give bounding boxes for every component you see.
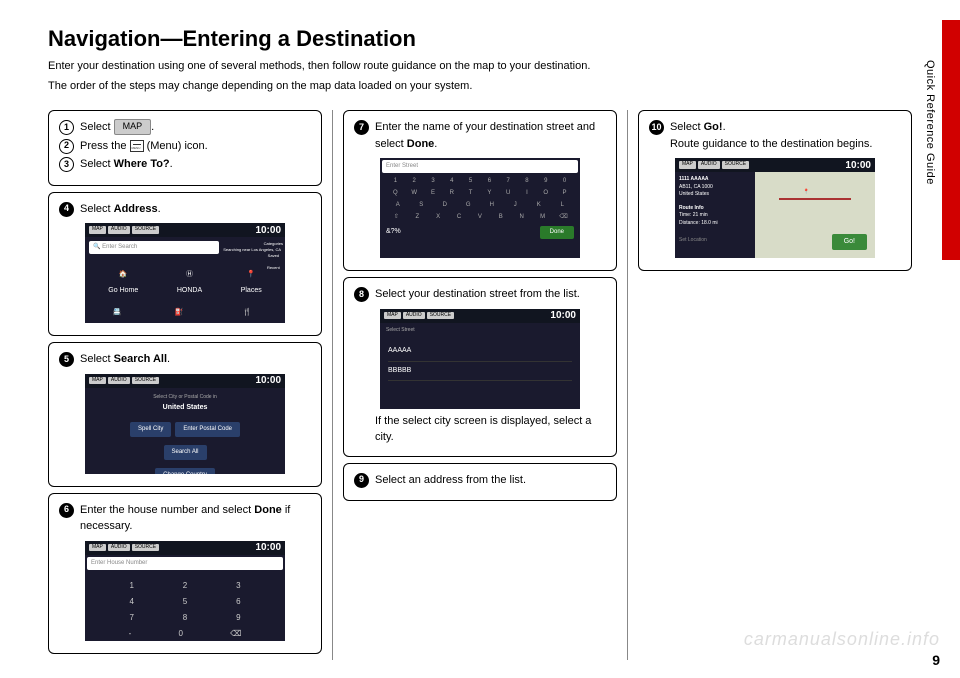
- menu-icon: [130, 140, 144, 152]
- places-icon: 📍: [242, 266, 260, 284]
- step-3: 3 Select Where To?.: [59, 156, 311, 173]
- step-box-5: 5 Select Search All. MAPAUDIOSOURCE 10:0…: [48, 342, 322, 487]
- step-bullet-5: 5: [59, 352, 74, 367]
- step-9-text: Select an address from the list.: [375, 472, 606, 489]
- screenshot-select-street: MAPAUDIOSOURCE 10:00 Select Street AAAAA…: [380, 309, 580, 409]
- step-8-text: Select your destination street from the …: [375, 286, 606, 303]
- step-10-pre: Select: [670, 121, 704, 133]
- step-8: 8 Select your destination street from th…: [354, 286, 606, 303]
- step-box-8: 8 Select your destination street from th…: [343, 277, 617, 457]
- step-2-post: (Menu) icon.: [144, 140, 208, 152]
- intro-line-1: Enter your destination using one of seve…: [48, 58, 912, 75]
- step-4: 4 Select Address.: [59, 201, 311, 218]
- restaurant-icon: 🍴: [238, 305, 256, 323]
- watermark: carmanualsonline.info: [744, 629, 940, 650]
- step-10-bold: Go!: [704, 121, 723, 133]
- step-bullet-6: 6: [59, 503, 74, 518]
- step-bullet-1: 1: [59, 120, 74, 135]
- step-bullet-9: 9: [354, 473, 369, 488]
- step-7: 7 Enter the name of your destination str…: [354, 119, 606, 152]
- step-2: 2 Press the (Menu) icon.: [59, 138, 311, 155]
- step-5-post: .: [167, 353, 170, 365]
- screenshot-enter-street: Enter Street 1234567890 QWERTYUIOP ASDGH…: [380, 158, 580, 258]
- step-3-pre: Select: [80, 158, 114, 170]
- step-bullet-8: 8: [354, 287, 369, 302]
- column-1: 1 Select MAP. 2 Press the (Menu) icon. 3…: [48, 110, 322, 660]
- side-tab-label: Quick Reference Guide: [924, 60, 936, 185]
- ev-icon: ⛽: [170, 305, 188, 323]
- step-3-post: .: [170, 158, 173, 170]
- step-box-9: 9 Select an address from the list.: [343, 463, 617, 502]
- address-icon: 📇: [108, 305, 126, 323]
- step-bullet-4: 4: [59, 202, 74, 217]
- step-4-post: .: [158, 203, 161, 215]
- step-bullet-3: 3: [59, 157, 74, 172]
- step-box-6: 6 Enter the house number and select Done…: [48, 493, 322, 654]
- screenshot-route-go: MAPAUDIOSOURCE 10:00 1111 AAAAA AB11, CA…: [675, 158, 875, 258]
- screenshot-house-number: MAPAUDIOSOURCE 10:00 Enter House Number …: [85, 541, 285, 641]
- step-7-post: .: [434, 138, 437, 150]
- step-10-line2: Route guidance to the destination begins…: [670, 136, 901, 153]
- screenshot-where-to: MAPAUDIOSOURCE 10:00 🔍 Enter Search Sear…: [85, 223, 285, 323]
- intro-line-2: The order of the steps may change depend…: [48, 78, 912, 95]
- side-tab-marker: [942, 20, 960, 260]
- page-content: Navigation—Entering a Destination Enter …: [0, 0, 960, 670]
- step-10-post: .: [723, 121, 726, 133]
- step-3-bold: Where To?: [114, 158, 170, 170]
- column-divider-2: [627, 110, 628, 660]
- map-button-graphic: MAP: [114, 119, 152, 135]
- step-bullet-2: 2: [59, 139, 74, 154]
- step-6: 6 Enter the house number and select Done…: [59, 502, 311, 535]
- step-4-bold: Address: [114, 203, 158, 215]
- step-1-post: .: [151, 121, 154, 133]
- step-bullet-7: 7: [354, 120, 369, 135]
- step-6-bold: Done: [254, 504, 282, 516]
- page-number: 9: [932, 652, 940, 668]
- step-5-pre: Select: [80, 353, 114, 365]
- columns-container: 1 Select MAP. 2 Press the (Menu) icon. 3…: [48, 110, 912, 660]
- step-box-1-2-3: 1 Select MAP. 2 Press the (Menu) icon. 3…: [48, 110, 322, 186]
- step-2-pre: Press the: [80, 140, 130, 152]
- step-5: 5 Select Search All.: [59, 351, 311, 368]
- column-divider-1: [332, 110, 333, 660]
- step-1-pre: Select: [80, 121, 114, 133]
- go-button-graphic: Go!: [832, 234, 867, 251]
- step-box-7: 7 Enter the name of your destination str…: [343, 110, 617, 271]
- step-10: 10 Select Go!. Route guidance to the des…: [649, 119, 901, 152]
- step-7-bold: Done: [407, 138, 435, 150]
- page-title: Navigation—Entering a Destination: [48, 26, 912, 52]
- step-5-bold: Search All: [114, 353, 167, 365]
- step-bullet-10: 10: [649, 120, 664, 135]
- honda-icon: Ⓗ: [180, 266, 198, 284]
- step-4-pre: Select: [80, 203, 114, 215]
- map-preview: 📍 Go!: [755, 172, 875, 258]
- step-box-4: 4 Select Address. MAPAUDIOSOURCE 10:00 🔍…: [48, 192, 322, 337]
- step-1: 1 Select MAP.: [59, 119, 311, 136]
- step-6-pre: Enter the house number and select: [80, 504, 254, 516]
- screenshot-select-city: MAPAUDIOSOURCE 10:00 Select City or Post…: [85, 374, 285, 474]
- column-3: 10 Select Go!. Route guidance to the des…: [638, 110, 912, 660]
- home-icon: 🏠: [114, 266, 132, 284]
- step-8-note: If the select city screen is displayed, …: [354, 413, 606, 446]
- step-box-10: 10 Select Go!. Route guidance to the des…: [638, 110, 912, 271]
- step-9: 9 Select an address from the list.: [354, 472, 606, 489]
- column-2: 7 Enter the name of your destination str…: [343, 110, 617, 660]
